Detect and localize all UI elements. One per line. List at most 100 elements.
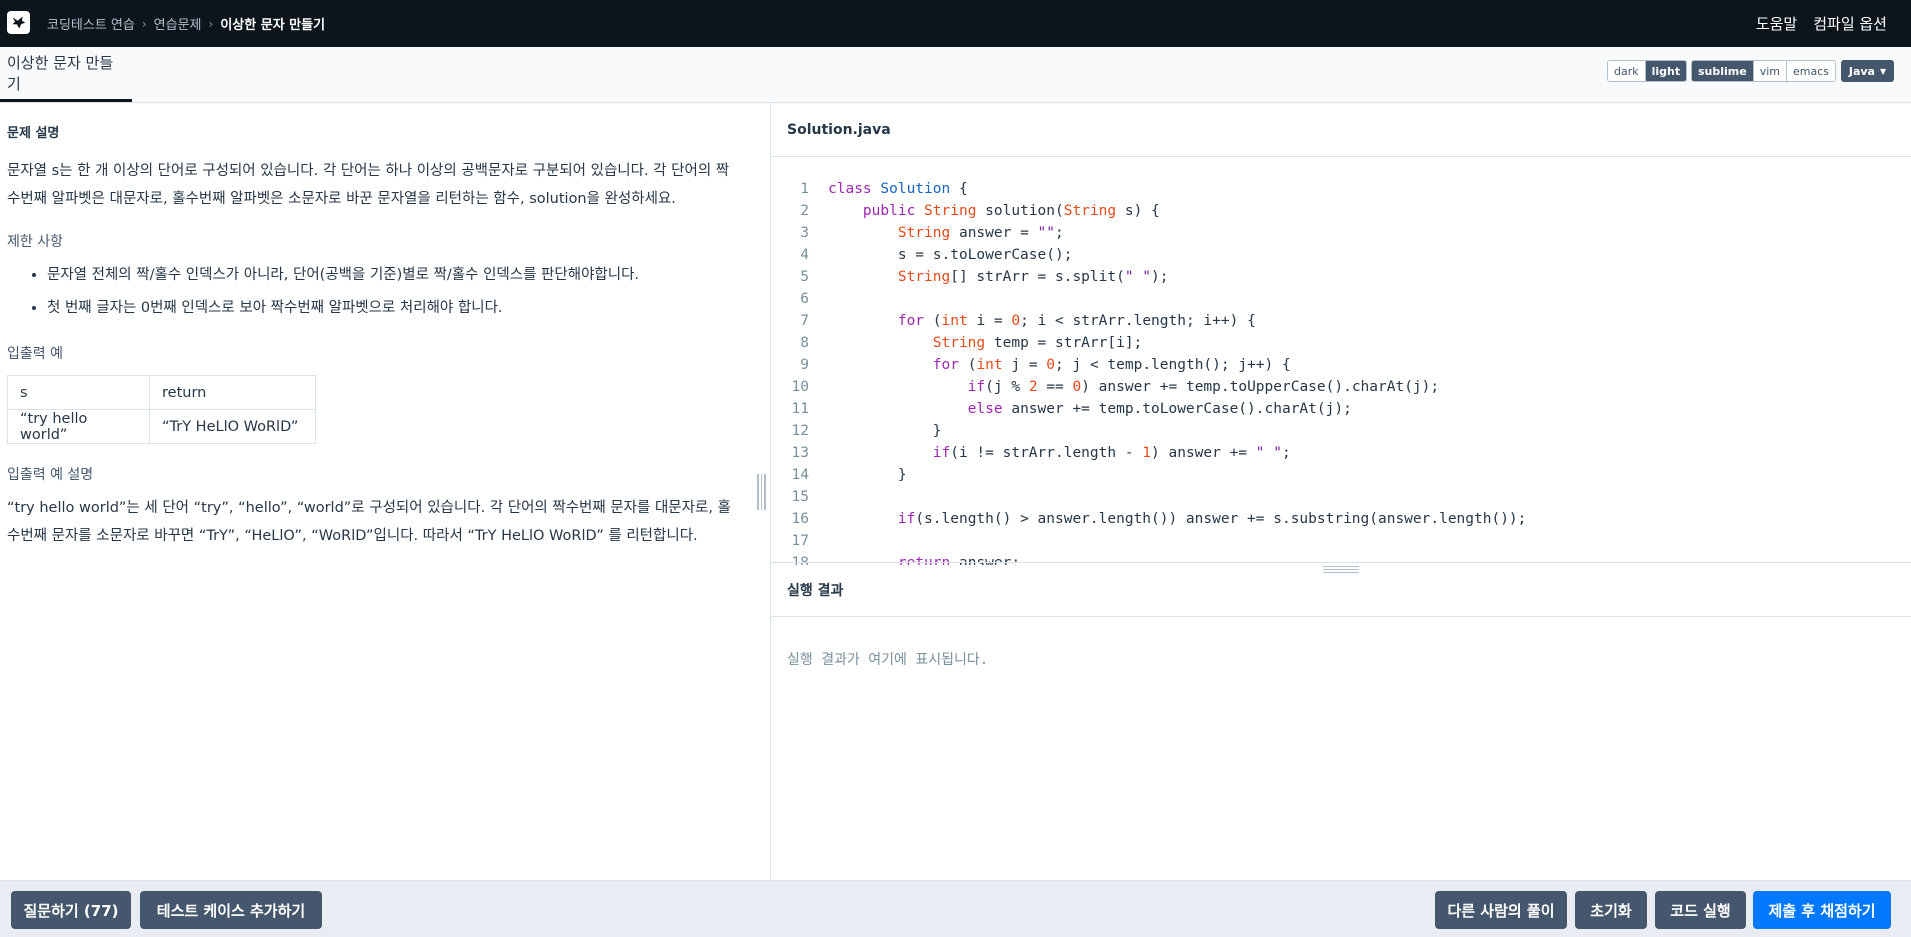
example-title: 입출력 예 bbox=[7, 346, 63, 362]
code-line[interactable]: 2 public String solution(String s) { bbox=[771, 200, 1911, 222]
line-number: 16 bbox=[791, 511, 809, 527]
add-testcase-button[interactable]: 테스트 케이스 추가하기 bbox=[140, 891, 322, 929]
keymap-vim-button[interactable]: vim bbox=[1753, 61, 1787, 81]
run-code-button[interactable]: 코드 실행 bbox=[1655, 891, 1746, 929]
others-solutions-button[interactable]: 다른 사람의 풀이 bbox=[1435, 891, 1567, 929]
code-text[interactable]: } bbox=[828, 420, 942, 442]
code-line[interactable]: 14 } bbox=[771, 464, 1911, 486]
code-line[interactable]: 8 String temp = strArr[i]; bbox=[771, 332, 1911, 354]
line-number: 3 bbox=[800, 225, 809, 241]
line-number: 6 bbox=[800, 291, 809, 307]
file-name: Solution.java bbox=[771, 103, 1911, 157]
code-text[interactable]: for (int j = 0; j < temp.length(); j++) … bbox=[828, 354, 1291, 376]
code-line[interactable]: 16 if(s.length() > answer.length()) answ… bbox=[771, 508, 1911, 530]
constraints-list: 문자열 전체의 짝/홀수 인덱스가 아니라, 단어(공백을 기준)별로 짝/홀수… bbox=[7, 259, 763, 325]
code-line[interactable]: 11 else answer += temp.toLowerCase().cha… bbox=[771, 398, 1911, 420]
resize-handle-vertical[interactable] bbox=[757, 474, 767, 510]
list-item: 첫 번째 글자는 0번째 인덱스로 보아 짝수번째 알파벳으로 처리해야 합니다… bbox=[47, 292, 763, 325]
code-text[interactable]: if(s.length() > answer.length()) answer … bbox=[828, 508, 1527, 530]
compile-options-link[interactable]: 컴파일 옵션 bbox=[1813, 13, 1887, 34]
code-text[interactable]: s = s.toLowerCase(); bbox=[828, 244, 1073, 266]
reset-button[interactable]: 초기화 bbox=[1575, 891, 1647, 929]
code-line[interactable]: 10 if(j % 2 == 0) answer += temp.toUpper… bbox=[771, 376, 1911, 398]
line-number: 9 bbox=[800, 357, 809, 373]
line-number: 15 bbox=[791, 489, 809, 505]
theme-light-button[interactable]: light bbox=[1645, 61, 1687, 81]
submit-button[interactable]: 제출 후 채점하기 bbox=[1753, 891, 1891, 929]
code-text[interactable]: if(j % 2 == 0) answer += temp.toUpperCas… bbox=[828, 376, 1439, 398]
line-number: 11 bbox=[791, 401, 809, 417]
line-number: 14 bbox=[791, 467, 809, 483]
problem-description: 문자열 s는 한 개 이상의 단어로 구성되어 있습니다. 각 단어는 하나 이… bbox=[7, 163, 730, 207]
chevron-right-icon: › bbox=[208, 16, 214, 31]
breadcrumb-item-current: 이상한 문자 만들기 bbox=[220, 18, 326, 33]
code-editor[interactable]: 1 class Solution {2 public String solutio… bbox=[771, 158, 1911, 565]
editor-panel: Solution.java 1 class Solution {2 public … bbox=[771, 103, 1911, 880]
table-cell: “TrY HeLlO WoRlD” bbox=[149, 409, 316, 444]
code-line[interactable]: 9 for (int j = 0; j < temp.length(); j++… bbox=[771, 354, 1911, 376]
line-number: 1 bbox=[800, 181, 809, 197]
theme-dark-button[interactable]: dark bbox=[1608, 61, 1646, 81]
line-number: 17 bbox=[791, 533, 809, 549]
line-number: 4 bbox=[800, 247, 809, 263]
code-text[interactable]: public String solution(String s) { bbox=[828, 200, 1160, 222]
code-line[interactable]: 4 s = s.toLowerCase(); bbox=[771, 244, 1911, 266]
keymap-toggle: sublime vim emacs bbox=[1691, 60, 1837, 82]
code-text[interactable]: String answer = ""; bbox=[828, 222, 1064, 244]
code-text[interactable]: class Solution { bbox=[828, 178, 968, 200]
top-navbar: 코딩테스트 연습 › 연습문제 › 이상한 문자 만들기 도움말 컴파일 옵션 bbox=[0, 0, 1911, 47]
language-dropdown[interactable]: Java ▼ bbox=[1841, 60, 1894, 82]
logo-icon[interactable] bbox=[7, 11, 30, 34]
explanation-title: 입출력 예 설명 bbox=[7, 467, 94, 483]
code-line[interactable]: 13 if(i != strArr.length - 1) answer += … bbox=[771, 442, 1911, 464]
table-row: “try hello world” “TrY HeLlO WoRlD” bbox=[7, 409, 316, 444]
constraints-title: 제한 사항 bbox=[7, 234, 63, 250]
code-text[interactable]: else answer += temp.toLowerCase().charAt… bbox=[828, 398, 1352, 420]
breadcrumb: 코딩테스트 연습 › 연습문제 › 이상한 문자 만들기 bbox=[47, 0, 325, 47]
table-header-row: s return bbox=[7, 375, 316, 410]
line-number: 13 bbox=[791, 445, 809, 461]
keymap-emacs-button[interactable]: emacs bbox=[1787, 61, 1836, 81]
tab-problem[interactable]: 이상한 문자 만들기 bbox=[0, 47, 132, 102]
editor-toolbar: 이상한 문자 만들기 dark light sublime vim emacs … bbox=[0, 47, 1911, 103]
table-header: s bbox=[7, 375, 150, 410]
code-line[interactable]: 12 } bbox=[771, 420, 1911, 442]
table-cell: “try hello world” bbox=[7, 409, 150, 444]
explanation-text: “try hello world”는 세 단어 “try”, “hello”, … bbox=[7, 500, 731, 544]
theme-toggle: dark light bbox=[1607, 60, 1688, 82]
keymap-sublime-button[interactable]: sublime bbox=[1692, 61, 1754, 81]
code-text[interactable]: String[] strArr = s.split(" "); bbox=[828, 266, 1169, 288]
code-line[interactable]: 7 for (int i = 0; i < strArr.length; i++… bbox=[771, 310, 1911, 332]
example-table: s return “try hello world” “TrY HeLlO Wo… bbox=[7, 375, 316, 444]
line-number: 8 bbox=[800, 335, 809, 351]
action-bar: 질문하기 (77) 테스트 케이스 추가하기 다른 사람의 풀이 초기화 코드 … bbox=[0, 880, 1911, 937]
code-text[interactable]: if(i != strArr.length - 1) answer += " "… bbox=[828, 442, 1291, 464]
chevron-right-icon: › bbox=[141, 16, 147, 31]
table-header: return bbox=[149, 375, 316, 410]
line-number: 2 bbox=[800, 203, 809, 219]
problem-section-title: 문제 설명 bbox=[7, 126, 60, 141]
code-text[interactable]: for (int i = 0; i < strArr.length; i++) … bbox=[828, 310, 1256, 332]
code-line[interactable]: 15 bbox=[771, 486, 1911, 508]
code-line[interactable]: 3 String answer = ""; bbox=[771, 222, 1911, 244]
help-link[interactable]: 도움말 bbox=[1756, 13, 1797, 34]
language-label: Java bbox=[1848, 64, 1875, 78]
result-title: 실행 결과 bbox=[771, 563, 1911, 617]
code-text[interactable]: String temp = strArr[i]; bbox=[828, 332, 1143, 354]
breadcrumb-item-coding-test[interactable]: 코딩테스트 연습 bbox=[47, 14, 135, 33]
code-line[interactable]: 6 bbox=[771, 288, 1911, 310]
problem-panel: 문제 설명 문자열 s는 한 개 이상의 단어로 구성되어 있습니다. 각 단어… bbox=[0, 103, 770, 880]
code-line[interactable]: 17 bbox=[771, 530, 1911, 552]
code-line[interactable]: 5 String[] strArr = s.split(" "); bbox=[771, 266, 1911, 288]
breadcrumb-item-practice[interactable]: 연습문제 bbox=[154, 14, 202, 33]
ask-question-button[interactable]: 질문하기 (77) bbox=[11, 891, 131, 929]
caret-down-icon: ▼ bbox=[1879, 66, 1887, 76]
line-number: 12 bbox=[791, 423, 809, 439]
code-line[interactable]: 1 class Solution { bbox=[771, 178, 1911, 200]
result-placeholder: 실행 결과가 여기에 표시됩니다. bbox=[787, 652, 989, 668]
line-number: 5 bbox=[800, 269, 809, 285]
code-text[interactable]: } bbox=[828, 464, 907, 486]
line-number: 10 bbox=[791, 379, 809, 395]
line-number: 7 bbox=[800, 313, 809, 329]
list-item: 문자열 전체의 짝/홀수 인덱스가 아니라, 단어(공백을 기준)별로 짝/홀수… bbox=[47, 259, 763, 292]
